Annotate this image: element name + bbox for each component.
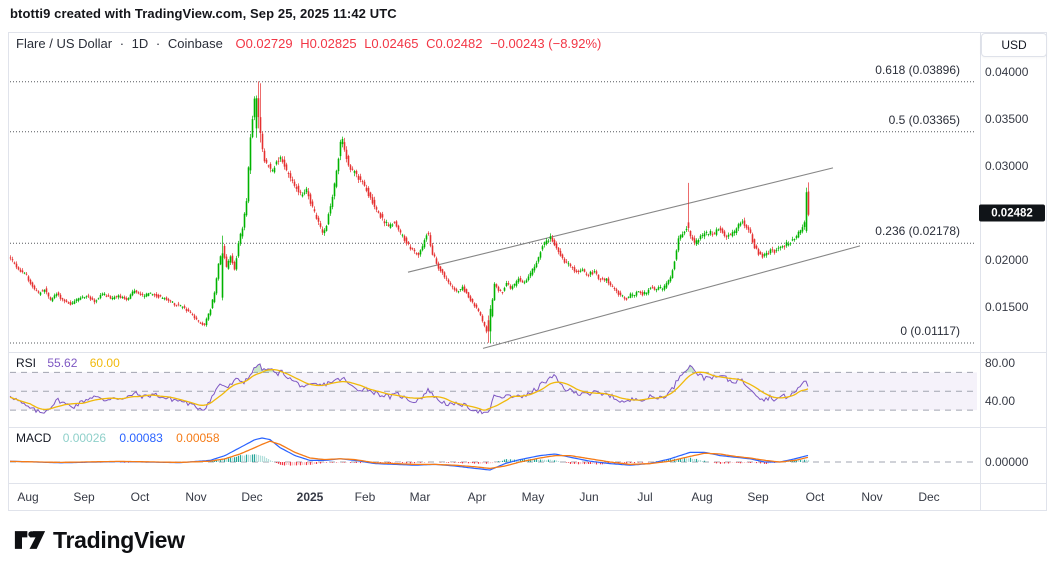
attribution-text: btotti9 created with TradingView.com, Se… [10, 6, 397, 21]
tradingview-logo[interactable]: TradingView [14, 526, 185, 554]
interval-label: 1D [132, 36, 149, 51]
fib-level-label: 0.618 (0.03896) [875, 63, 960, 77]
symbol-name: Flare / US Dollar [16, 36, 112, 51]
frame-top-border [8, 32, 1047, 33]
macd-pane-separator[interactable] [8, 427, 1047, 428]
frame-left-border [8, 32, 9, 511]
time-axis-label: Aug [17, 490, 38, 504]
time-axis-label: Apr [468, 490, 487, 504]
tradingview-logo-text: TradingView [53, 527, 185, 554]
time-axis-label: Dec [241, 490, 262, 504]
price-tick-label: 0.02000 [985, 253, 1028, 267]
macd-scale-label: 0.00000 [985, 455, 1028, 469]
time-axis-label: May [522, 490, 545, 504]
ohlc-low: L0.02465 [364, 36, 418, 51]
time-axis-label: Sep [73, 490, 94, 504]
exchange-label: Coinbase [168, 36, 223, 51]
fib-level-label: 0.236 (0.02178) [875, 224, 960, 238]
time-axis-label: Sep [747, 490, 768, 504]
macd-legend[interactable]: MACD 0.00026 0.00083 0.00058 [16, 431, 220, 445]
symbol-legend[interactable]: Flare / US Dollar · 1D · Coinbase O0.027… [16, 36, 605, 51]
price-scale-separator [980, 32, 981, 511]
tradingview-chart-screenshot: btotti9 created with TradingView.com, Se… [0, 0, 1057, 571]
ohlc-close: C0.02482 [426, 36, 482, 51]
price-tick-label: 0.01500 [985, 300, 1028, 314]
currency-button[interactable]: USD [981, 33, 1047, 57]
time-axis-separator [8, 483, 1047, 484]
time-axis-label: Oct [806, 490, 825, 504]
time-axis-label: Nov [861, 490, 882, 504]
frame-bottom-border [8, 510, 1047, 511]
macd-hist-value: 0.00026 [63, 431, 106, 445]
tradingview-logo-icon [14, 526, 46, 554]
time-axis-label: Feb [355, 490, 376, 504]
time-axis-label: Dec [918, 490, 939, 504]
last-price-badge: 0.02482 [979, 205, 1045, 222]
fib-level-label: 0 (0.01117) [900, 324, 960, 338]
legend-separator: · [156, 36, 160, 51]
rsi-scale-label: 40.00 [985, 394, 1015, 408]
price-tick-label: 0.04000 [985, 65, 1028, 79]
rsi-title: RSI [16, 356, 36, 370]
rsi-pane-separator[interactable] [8, 352, 1047, 353]
time-axis-label: Aug [691, 490, 712, 504]
ohlc-change: −0.00243 (−8.92%) [490, 36, 601, 51]
price-tick-label: 0.03500 [985, 112, 1028, 126]
macd-signal-value: 0.00058 [176, 431, 219, 445]
ohlc-open: O0.02729 [235, 36, 292, 51]
ohlc-high: H0.02825 [300, 36, 356, 51]
macd-line-value: 0.00083 [119, 431, 162, 445]
legend-separator: · [120, 36, 124, 51]
time-axis-label: 2025 [297, 490, 324, 504]
rsi-scale-label: 80.00 [985, 356, 1015, 370]
time-axis-label: Nov [185, 490, 206, 504]
time-axis-label: Jun [579, 490, 598, 504]
rsi-legend[interactable]: RSI 55.62 60.00 [16, 356, 120, 370]
time-axis-label: Mar [410, 490, 431, 504]
rsi-ma-value: 60.00 [90, 356, 120, 370]
fib-level-label: 0.5 (0.03365) [889, 113, 960, 127]
macd-title: MACD [16, 431, 51, 445]
time-axis-label: Oct [131, 490, 150, 504]
rsi-value: 55.62 [47, 356, 77, 370]
time-axis-label: Jul [637, 490, 652, 504]
price-tick-label: 0.03000 [985, 159, 1028, 173]
frame-right-border [1046, 32, 1047, 511]
